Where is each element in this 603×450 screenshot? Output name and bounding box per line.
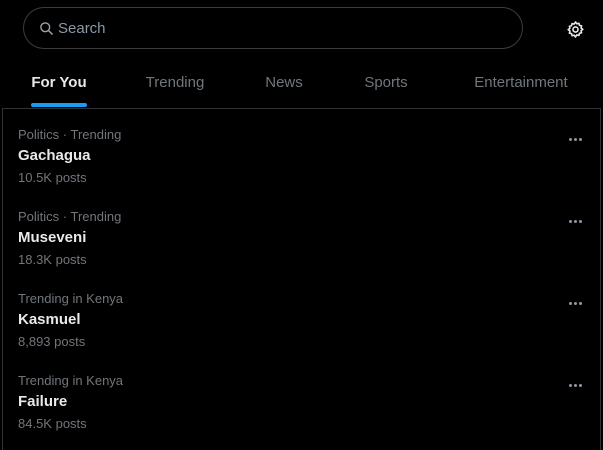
trend-name: Museveni xyxy=(18,229,87,246)
tab-entertainment[interactable]: Entertainment xyxy=(463,56,579,108)
column-right-border xyxy=(600,108,601,450)
more-horizontal-icon xyxy=(568,383,572,387)
trend-item[interactable]: Politics · Trending Museveni 18.3K posts xyxy=(3,191,600,273)
more-options-button[interactable] xyxy=(563,377,587,393)
more-options-button[interactable] xyxy=(563,295,587,311)
gear-icon xyxy=(566,20,584,38)
tab-trending[interactable]: Trending xyxy=(133,56,217,108)
tab-label: Sports xyxy=(364,73,408,91)
trend-post-count: 84.5K posts xyxy=(18,416,87,431)
trend-item[interactable]: Trending in Kenya Kasmuel 8,893 posts xyxy=(3,273,600,355)
more-horizontal-icon xyxy=(568,137,572,141)
search-icon xyxy=(38,20,54,36)
trend-context: Trending in Kenya xyxy=(18,291,124,306)
more-options-button[interactable] xyxy=(563,131,587,147)
tab-label: News xyxy=(265,73,303,91)
tab-news[interactable]: News xyxy=(253,56,315,108)
trend-name: Gachagua xyxy=(18,147,91,164)
trend-post-count: 8,893 posts xyxy=(18,334,86,349)
explore-tabs: For You Trending News Sports Entertainme… xyxy=(3,56,600,109)
trend-item[interactable]: Trending in Kenya Failure 84.5K posts xyxy=(3,355,600,437)
tab-label: Trending xyxy=(145,73,205,91)
more-options-button[interactable] xyxy=(563,213,587,229)
more-horizontal-icon xyxy=(568,301,572,305)
tab-label: Entertainment xyxy=(474,73,568,91)
trend-item[interactable]: Politics · Trending Gachagua 10.5K posts xyxy=(3,109,600,191)
search-box[interactable] xyxy=(23,7,523,49)
trend-post-count: 10.5K posts xyxy=(18,170,87,185)
explore-page: For You Trending News Sports Entertainme… xyxy=(0,0,603,450)
search-input[interactable] xyxy=(58,19,498,37)
settings-button[interactable] xyxy=(563,17,587,41)
trend-name: Failure xyxy=(18,393,68,410)
trend-context: Politics · Trending xyxy=(18,209,122,224)
trend-list: Politics · Trending Gachagua 10.5K posts… xyxy=(3,109,600,437)
active-tab-indicator xyxy=(31,103,87,107)
tab-label: For You xyxy=(31,73,87,91)
trend-post-count: 18.3K posts xyxy=(18,252,87,267)
more-horizontal-icon xyxy=(568,219,572,223)
tab-sports[interactable]: Sports xyxy=(353,56,419,108)
tab-for-you[interactable]: For You xyxy=(21,56,97,108)
trend-name: Kasmuel xyxy=(18,311,81,328)
trend-context: Politics · Trending xyxy=(18,127,122,142)
trend-context: Trending in Kenya xyxy=(18,373,124,388)
